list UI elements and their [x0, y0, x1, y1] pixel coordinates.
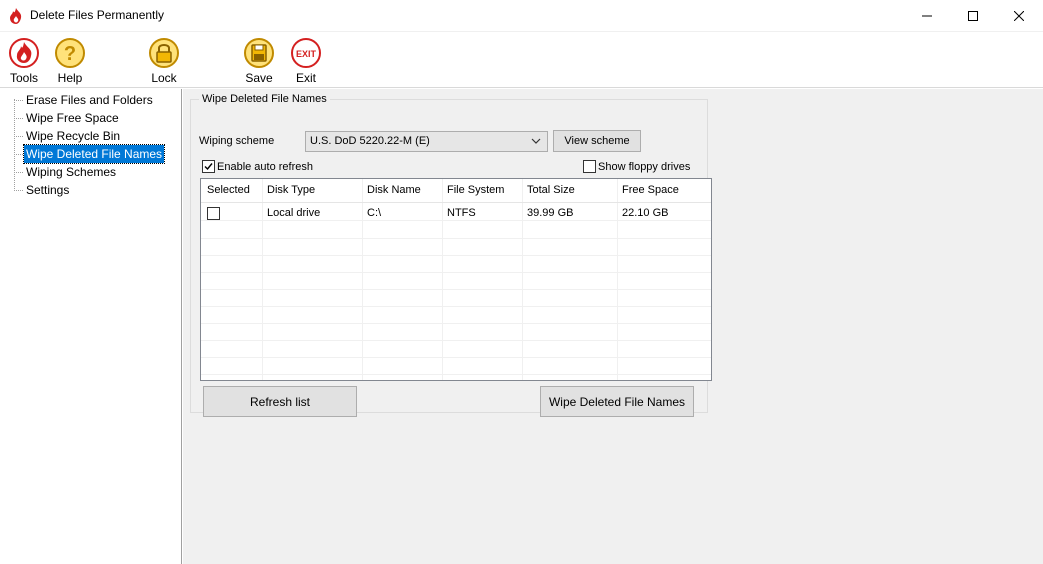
help-icon: ? [55, 38, 85, 68]
column-header-file-system[interactable]: File System [447, 184, 504, 196]
minimize-button[interactable] [904, 0, 950, 31]
row-gridline [201, 374, 711, 375]
help-label: Help [57, 71, 83, 85]
tree-item-wiping-schemes[interactable]: Wiping Schemes [14, 163, 179, 181]
help-button[interactable]: ? Help [46, 35, 94, 87]
row-gridline [201, 357, 711, 358]
show-floppy-label: Show floppy drives [598, 161, 691, 173]
maximize-button[interactable] [950, 0, 996, 31]
exit-icon: EXIT [291, 38, 321, 68]
chevron-down-icon [531, 138, 541, 144]
window-title: Delete Files Permanently [30, 8, 165, 22]
row-gridline [201, 323, 711, 324]
column-header-disk-type[interactable]: Disk Type [267, 184, 315, 196]
column-header-total-size[interactable]: Total Size [527, 184, 575, 196]
lock-icon [149, 38, 179, 68]
tree-item-label: Settings [26, 183, 70, 197]
wiping-scheme-dropdown[interactable]: U.S. DoD 5220.22-M (E) [305, 131, 548, 152]
wipe-deleted-file-names-group: Wipe Deleted File Names Wiping scheme U.… [190, 93, 712, 417]
tree-dash [14, 154, 23, 155]
refresh-list-button[interactable]: Refresh list [203, 386, 357, 417]
tree-item-label: Wipe Deleted File Names [22, 144, 166, 164]
row-select-checkbox[interactable] [207, 207, 220, 220]
lock-label: Lock [151, 71, 177, 85]
auto-refresh-checkbox[interactable] [202, 160, 215, 173]
row-gridline [201, 340, 711, 341]
header-divider [201, 202, 711, 203]
tree-item-wipe-recycle-bin[interactable]: Wipe Recycle Bin [14, 127, 179, 145]
svg-text:EXIT: EXIT [296, 49, 317, 59]
toolbar: Tools ? Help Lock Save EXIT Exit [0, 32, 1043, 88]
tree-item-erase-files[interactable]: Erase Files and Folders [14, 91, 179, 109]
row-gridline [201, 255, 711, 256]
svg-text:?: ? [64, 43, 76, 65]
group-title: Wipe Deleted File Names [199, 93, 330, 105]
tree-item-label: Erase Files and Folders [26, 93, 153, 107]
disk-list[interactable]: Selected Disk Type Disk Name File System… [200, 178, 712, 381]
tree-item-wipe-deleted-file-names[interactable]: Wipe Deleted File Names [14, 144, 179, 164]
row-gridline [201, 289, 711, 290]
tree-item-label: Wiping Schemes [26, 165, 117, 179]
row-gridline [201, 220, 711, 221]
cell-total-size: 39.99 GB [527, 207, 574, 219]
view-scheme-button[interactable]: View scheme [553, 130, 641, 152]
cell-disk-type: Local drive [267, 207, 321, 219]
close-icon [1014, 10, 1024, 21]
row-gridline [201, 306, 711, 307]
wiping-scheme-value: U.S. DoD 5220.22-M (E) [310, 135, 430, 147]
cell-disk-name: C:\ [367, 207, 382, 219]
column-header-free-space[interactable]: Free Space [622, 184, 679, 196]
main-panel: Wipe Deleted File Names Wiping scheme U.… [183, 89, 1043, 564]
show-floppy-checkbox[interactable] [583, 160, 596, 173]
tools-button[interactable]: Tools [0, 35, 48, 87]
save-icon [244, 38, 274, 68]
tree-dash [14, 172, 23, 173]
column-header-selected[interactable]: Selected [207, 184, 250, 196]
tools-label: Tools [9, 71, 38, 85]
tree-item-wipe-free-space[interactable]: Wipe Free Space [14, 109, 179, 127]
tree-dash [14, 118, 23, 119]
title-bar: Delete Files Permanently [0, 0, 1043, 32]
wiping-scheme-label: Wiping scheme [199, 135, 275, 147]
row-gridline [201, 238, 711, 239]
navigation-tree: Erase Files and Folders Wipe Free Space … [0, 89, 182, 564]
close-button[interactable] [996, 0, 1042, 31]
auto-refresh-label: Enable auto refresh [217, 161, 314, 173]
app-flame-icon [10, 8, 22, 24]
lock-button[interactable]: Lock [140, 35, 188, 87]
minimize-icon [922, 15, 932, 16]
cell-file-system: NTFS [447, 207, 476, 219]
exit-button[interactable]: EXIT Exit [282, 35, 330, 87]
tree-dash [14, 190, 23, 191]
save-button[interactable]: Save [235, 35, 283, 87]
row-gridline [201, 272, 711, 273]
tree-item-settings[interactable]: Settings [14, 181, 179, 199]
wipe-deleted-file-names-button[interactable]: Wipe Deleted File Names [540, 386, 694, 417]
tree-dash [14, 136, 23, 137]
tools-icon [9, 38, 39, 68]
tree-item-label: Wipe Recycle Bin [26, 129, 121, 143]
column-header-disk-name[interactable]: Disk Name [367, 184, 421, 196]
cell-free-space: 22.10 GB [622, 207, 669, 219]
tree-item-label: Wipe Free Space [26, 111, 119, 125]
exit-label: Exit [295, 71, 316, 85]
save-label: Save [245, 71, 273, 85]
checkmark-icon [204, 163, 213, 171]
tree-dash [14, 100, 23, 101]
maximize-icon [968, 10, 978, 21]
